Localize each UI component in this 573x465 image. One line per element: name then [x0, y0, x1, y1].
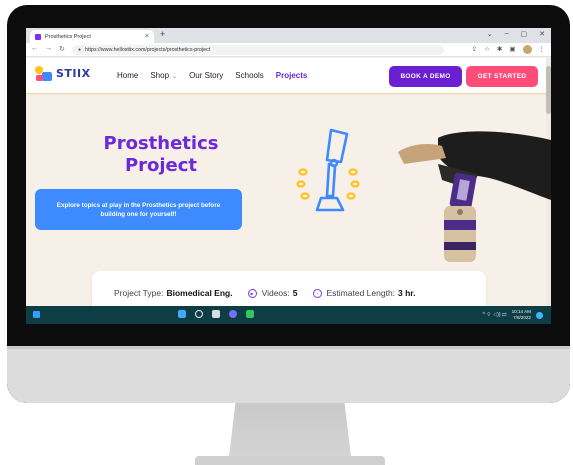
- logo-text: STIIX: [56, 67, 91, 80]
- clock[interactable]: 10:14 AM 7/8/2022: [512, 309, 531, 321]
- videos-label: Videos:: [261, 288, 290, 298]
- desktop-scene: Prosthetics Project × + ⌄ – ▢ ✕ ← → ↻ ● …: [0, 0, 573, 465]
- reload-icon[interactable]: ↻: [59, 45, 65, 53]
- new-tab-icon[interactable]: +: [160, 29, 165, 39]
- notification-icon[interactable]: [536, 311, 543, 319]
- task-view-icon[interactable]: [212, 310, 220, 318]
- videos-value: 5: [292, 288, 298, 298]
- tab-close-icon[interactable]: ×: [145, 33, 149, 40]
- clock-icon: ◔: [312, 288, 322, 298]
- browser-nav-buttons: ← → ↻: [31, 45, 65, 53]
- forward-icon[interactable]: →: [45, 45, 52, 53]
- project-type-value: Biomedical Eng.: [166, 288, 233, 298]
- profile-avatar[interactable]: [522, 45, 532, 54]
- nav-schools[interactable]: Schools: [235, 71, 263, 80]
- tray-icons[interactable]: ^ ⌔ ◁)) ⇄: [483, 312, 507, 318]
- search-icon[interactable]: [195, 310, 203, 318]
- explorer-icon[interactable]: [246, 310, 254, 318]
- estimated-length-value: 3 hr.: [398, 288, 416, 298]
- browser-tab[interactable]: Prosthetics Project ×: [30, 30, 154, 43]
- tab-title: Prosthetics Project: [45, 33, 91, 40]
- chat-icon[interactable]: [229, 310, 237, 318]
- project-info-card: Project Type: Biomedical Eng. ▶ Videos: …: [92, 271, 486, 311]
- window-controls: ⌄ – ▢ ✕: [487, 30, 545, 38]
- back-icon[interactable]: ←: [31, 45, 38, 53]
- site-header: STIIX Home Shop ⌄ Our Story Schools Proje…: [26, 58, 551, 93]
- tab-search-icon[interactable]: ⌄: [487, 30, 493, 38]
- screen: Prosthetics Project × + ⌄ – ▢ ✕ ← → ↻ ● …: [26, 28, 551, 324]
- prosthetic-model-photo: [398, 131, 551, 262]
- favicon-icon: [35, 33, 41, 40]
- lock-icon: ●: [78, 47, 82, 53]
- clock-date: 7/8/2022: [513, 315, 531, 320]
- browser-toolbar: ← → ↻ ● https://www.hellostiix.com/proje…: [26, 43, 551, 57]
- browser-menu-icon[interactable]: ⋮: [539, 45, 546, 54]
- video-icon: ▶: [247, 288, 257, 298]
- bookmark-star-icon[interactable]: ☆: [484, 45, 490, 54]
- start-icon[interactable]: [178, 310, 186, 318]
- minimize-icon[interactable]: –: [505, 30, 509, 38]
- nav-home[interactable]: Home: [117, 71, 138, 80]
- header-accent-line: [26, 93, 551, 94]
- project-info-line: Project Type: Biomedical Eng. ▶ Videos: …: [114, 288, 416, 298]
- explore-topics-button[interactable]: Explore topics at play in the Prosthetic…: [35, 189, 242, 230]
- estimated-length-label: Estimated Length:: [326, 288, 396, 298]
- book-demo-button[interactable]: BOOK A DEMO: [389, 66, 462, 87]
- hero-title: Prosthetics Project: [103, 133, 219, 176]
- get-started-button[interactable]: GET STARTED: [466, 66, 538, 87]
- extensions-icon[interactable]: ✱: [497, 45, 502, 54]
- maximize-icon[interactable]: ▢: [521, 30, 528, 38]
- nav-shop[interactable]: Shop ⌄: [150, 71, 177, 80]
- share-icon[interactable]: ⇪: [472, 45, 477, 54]
- browser-tab-strip: Prosthetics Project × + ⌄ – ▢ ✕: [26, 28, 551, 43]
- prosthetic-leg-illustration: [296, 128, 360, 212]
- monitor-chin-edge: [7, 346, 570, 349]
- side-panel-icon[interactable]: ▣: [509, 45, 515, 54]
- monitor-stand-foot: [195, 456, 385, 465]
- taskbar-apps: [178, 310, 254, 318]
- scrollbar-thumb[interactable]: [546, 66, 551, 114]
- nav-our-story[interactable]: Our Story: [189, 71, 223, 80]
- project-type-label: Project Type:: [114, 288, 164, 298]
- url-text: https://www.hellostiix.com/projects/pros…: [85, 47, 211, 53]
- chevron-down-icon: ⌄: [172, 74, 178, 80]
- windows-taskbar: ^ ⌔ ◁)) ⇄ 10:14 AM 7/8/2022: [26, 306, 551, 324]
- main-nav: Home Shop ⌄ Our Story Schools Projects: [117, 71, 307, 80]
- close-window-icon[interactable]: ✕: [539, 30, 545, 38]
- browser-tools: ⇪ ☆ ✱ ▣ ⋮: [472, 45, 545, 54]
- widgets-icon[interactable]: [33, 311, 40, 318]
- monitor-chin: [7, 348, 570, 403]
- system-tray: ^ ⌔ ◁)) ⇄ 10:14 AM 7/8/2022: [483, 309, 543, 321]
- site-logo[interactable]: STIIX: [35, 66, 91, 81]
- logo-mark-icon: [35, 66, 52, 81]
- address-bar[interactable]: ● https://www.hellostiix.com/projects/pr…: [72, 45, 444, 55]
- nav-projects[interactable]: Projects: [276, 71, 308, 80]
